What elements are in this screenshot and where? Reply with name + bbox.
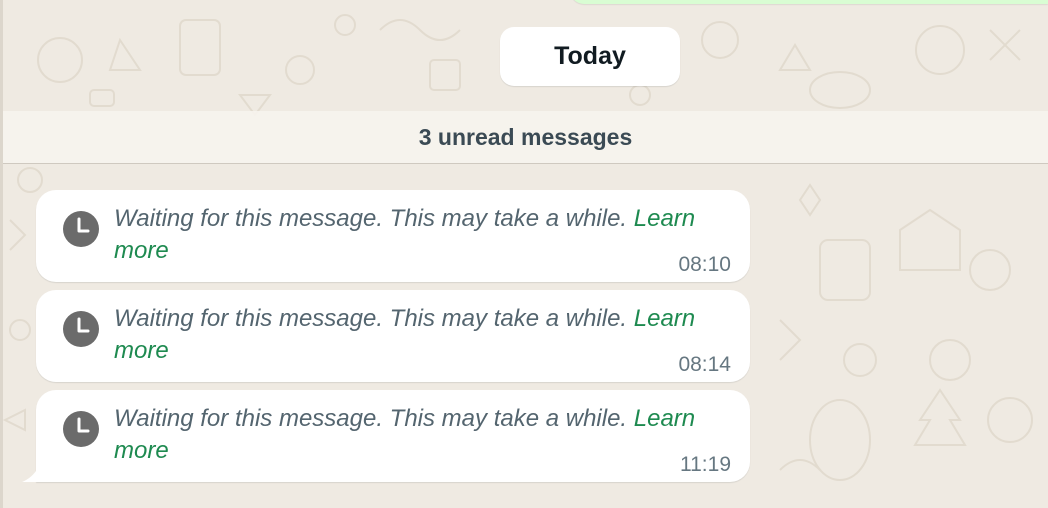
chat-panel[interactable]: Today 3 unread messages Waiting for this… [0, 0, 1048, 508]
message-time: 08:10 [678, 253, 731, 276]
waiting-message-text: Waiting for this message. This may take … [114, 405, 628, 432]
outgoing-message-bubble[interactable] [570, 0, 1048, 4]
message-text: Waiting for this message. This may take … [114, 203, 734, 267]
clock-icon [63, 211, 99, 247]
bubble-tail [22, 468, 38, 482]
message-time: 08:14 [678, 353, 731, 376]
clock-icon [63, 411, 99, 447]
message-text: Waiting for this message. This may take … [114, 403, 734, 467]
message-text: Waiting for this message. This may take … [114, 303, 734, 367]
date-separator: Today [500, 27, 680, 86]
clock-icon [63, 311, 99, 347]
message-bubble[interactable]: Waiting for this message. This may take … [22, 390, 750, 482]
waiting-message-text: Waiting for this message. This may take … [114, 205, 628, 232]
message-time: 11:19 [680, 453, 731, 476]
waiting-message-text: Waiting for this message. This may take … [114, 305, 628, 332]
panel-border [0, 0, 3, 508]
unread-messages-banner: 3 unread messages [3, 111, 1048, 164]
message-bubble[interactable]: Waiting for this message. This may take … [36, 190, 750, 282]
message-bubble[interactable]: Waiting for this message. This may take … [36, 290, 750, 382]
